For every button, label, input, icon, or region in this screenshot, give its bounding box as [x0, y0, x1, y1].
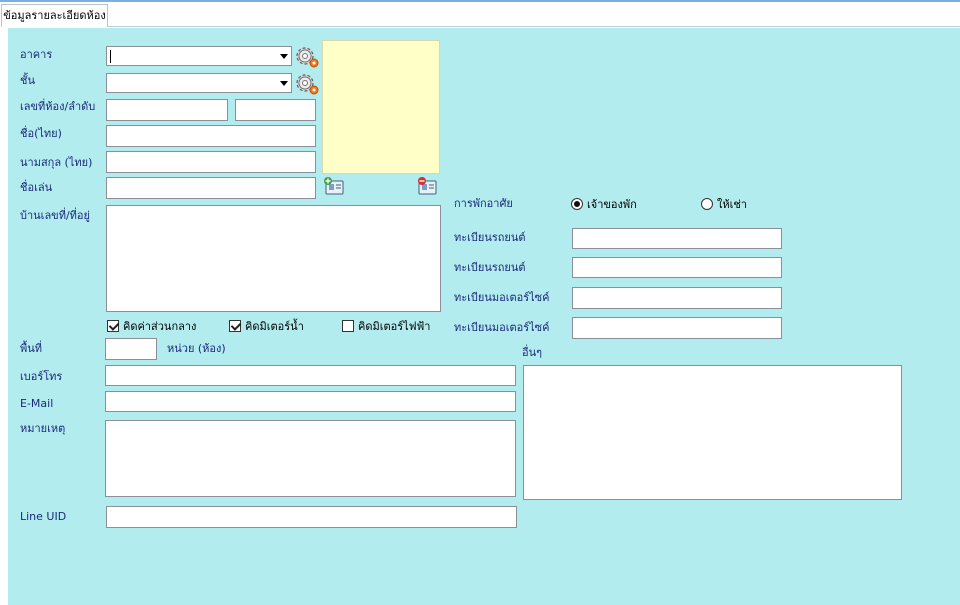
- line-uid-label: Line UID: [20, 510, 67, 523]
- checkbox-box: [229, 320, 241, 332]
- tab-divider: [108, 26, 960, 27]
- first-name-label: ชื่อ(ไทย): [20, 127, 62, 140]
- electric-meter-checkbox[interactable]: คิดมิเตอร์ไฟฟ้า: [342, 317, 430, 335]
- common-fee-label: คิดค่าส่วนกลาง: [123, 320, 197, 333]
- water-meter-checkbox[interactable]: คิดมิเตอร์น้ำ: [229, 317, 304, 335]
- phone-label: เบอร์โทร: [20, 370, 63, 383]
- rent-label: ให้เช่า: [717, 198, 748, 211]
- room-details-panel: อาคาร ชั้น เลขที่ห้อง/ลำดับ ชื่อ(ไทย) นา…: [8, 28, 960, 605]
- first-name-input[interactable]: [106, 125, 316, 147]
- chevron-down-icon[interactable]: [280, 81, 288, 86]
- room-no-input[interactable]: [106, 99, 228, 121]
- email-input[interactable]: [105, 391, 516, 412]
- tab-room-details[interactable]: ข้อมูลรายละเอียดห้อง: [1, 4, 108, 27]
- car-plate-1-input[interactable]: [572, 228, 782, 249]
- radio-circle: [571, 198, 583, 210]
- note-textarea[interactable]: [105, 420, 516, 497]
- address-textarea[interactable]: [106, 205, 441, 312]
- add-photo-icon[interactable]: [323, 176, 345, 196]
- last-name-label: นามสกุล (ไทย): [20, 156, 93, 169]
- room-seq-input[interactable]: [235, 99, 316, 121]
- nickname-label: ชื่อเล่น: [20, 181, 53, 194]
- moto-plate-1-label: ทะเบียนมอเตอร์ไซค์: [454, 291, 550, 304]
- moto-plate-2-label: ทะเบียนมอเตอร์ไซค์: [454, 321, 550, 334]
- floor-label: ชั้น: [20, 74, 35, 87]
- electric-meter-label: คิดมิเตอร์ไฟฟ้า: [358, 320, 431, 333]
- last-name-input[interactable]: [106, 151, 316, 173]
- gear-icon[interactable]: [294, 45, 320, 69]
- email-label: E-Mail: [20, 397, 54, 410]
- area-label: พื้นที่: [20, 342, 43, 355]
- radio-circle: [701, 198, 713, 210]
- moto-plate-1-input[interactable]: [572, 287, 782, 309]
- phone-input[interactable]: [105, 365, 516, 386]
- other-label: อื่นๆ: [522, 346, 543, 359]
- building-label: อาคาร: [20, 48, 53, 61]
- building-dropdown[interactable]: [106, 46, 292, 66]
- owner-radio[interactable]: เจ้าของพัก: [571, 195, 637, 213]
- address-label: บ้านเลขที่/ที่อยู่: [20, 209, 90, 222]
- checkbox-box: [107, 320, 119, 332]
- line-uid-input[interactable]: [106, 506, 517, 528]
- photo-placeholder[interactable]: [322, 40, 440, 174]
- unit-label: หน่วย (ห้อง): [167, 342, 226, 355]
- other-textarea[interactable]: [523, 365, 902, 500]
- note-label: หมายเหตุ: [20, 422, 66, 435]
- tab-strip: ข้อมูลรายละเอียดห้อง: [0, 0, 960, 27]
- nickname-input[interactable]: [106, 177, 316, 199]
- residence-label: การพักอาศัย: [454, 197, 513, 210]
- checkbox-box: [342, 320, 354, 332]
- chevron-down-icon[interactable]: [280, 54, 288, 59]
- water-meter-label: คิดมิเตอร์น้ำ: [245, 320, 304, 333]
- floor-dropdown[interactable]: [106, 73, 292, 93]
- car-plate-1-label: ทะเบียนรถยนต์: [454, 231, 526, 244]
- remove-photo-icon[interactable]: [416, 176, 438, 196]
- area-input[interactable]: [105, 338, 157, 360]
- room-no-label: เลขที่ห้อง/ลำดับ: [20, 100, 96, 113]
- moto-plate-2-input[interactable]: [572, 317, 782, 339]
- text-caret: [110, 50, 111, 63]
- gear-icon[interactable]: [294, 72, 320, 96]
- car-plate-2-label: ทะเบียนรถยนต์: [454, 261, 526, 274]
- owner-label: เจ้าของพัก: [587, 198, 637, 211]
- rent-radio[interactable]: ให้เช่า: [701, 195, 747, 213]
- common-fee-checkbox[interactable]: คิดค่าส่วนกลาง: [107, 317, 196, 335]
- car-plate-2-input[interactable]: [572, 257, 782, 278]
